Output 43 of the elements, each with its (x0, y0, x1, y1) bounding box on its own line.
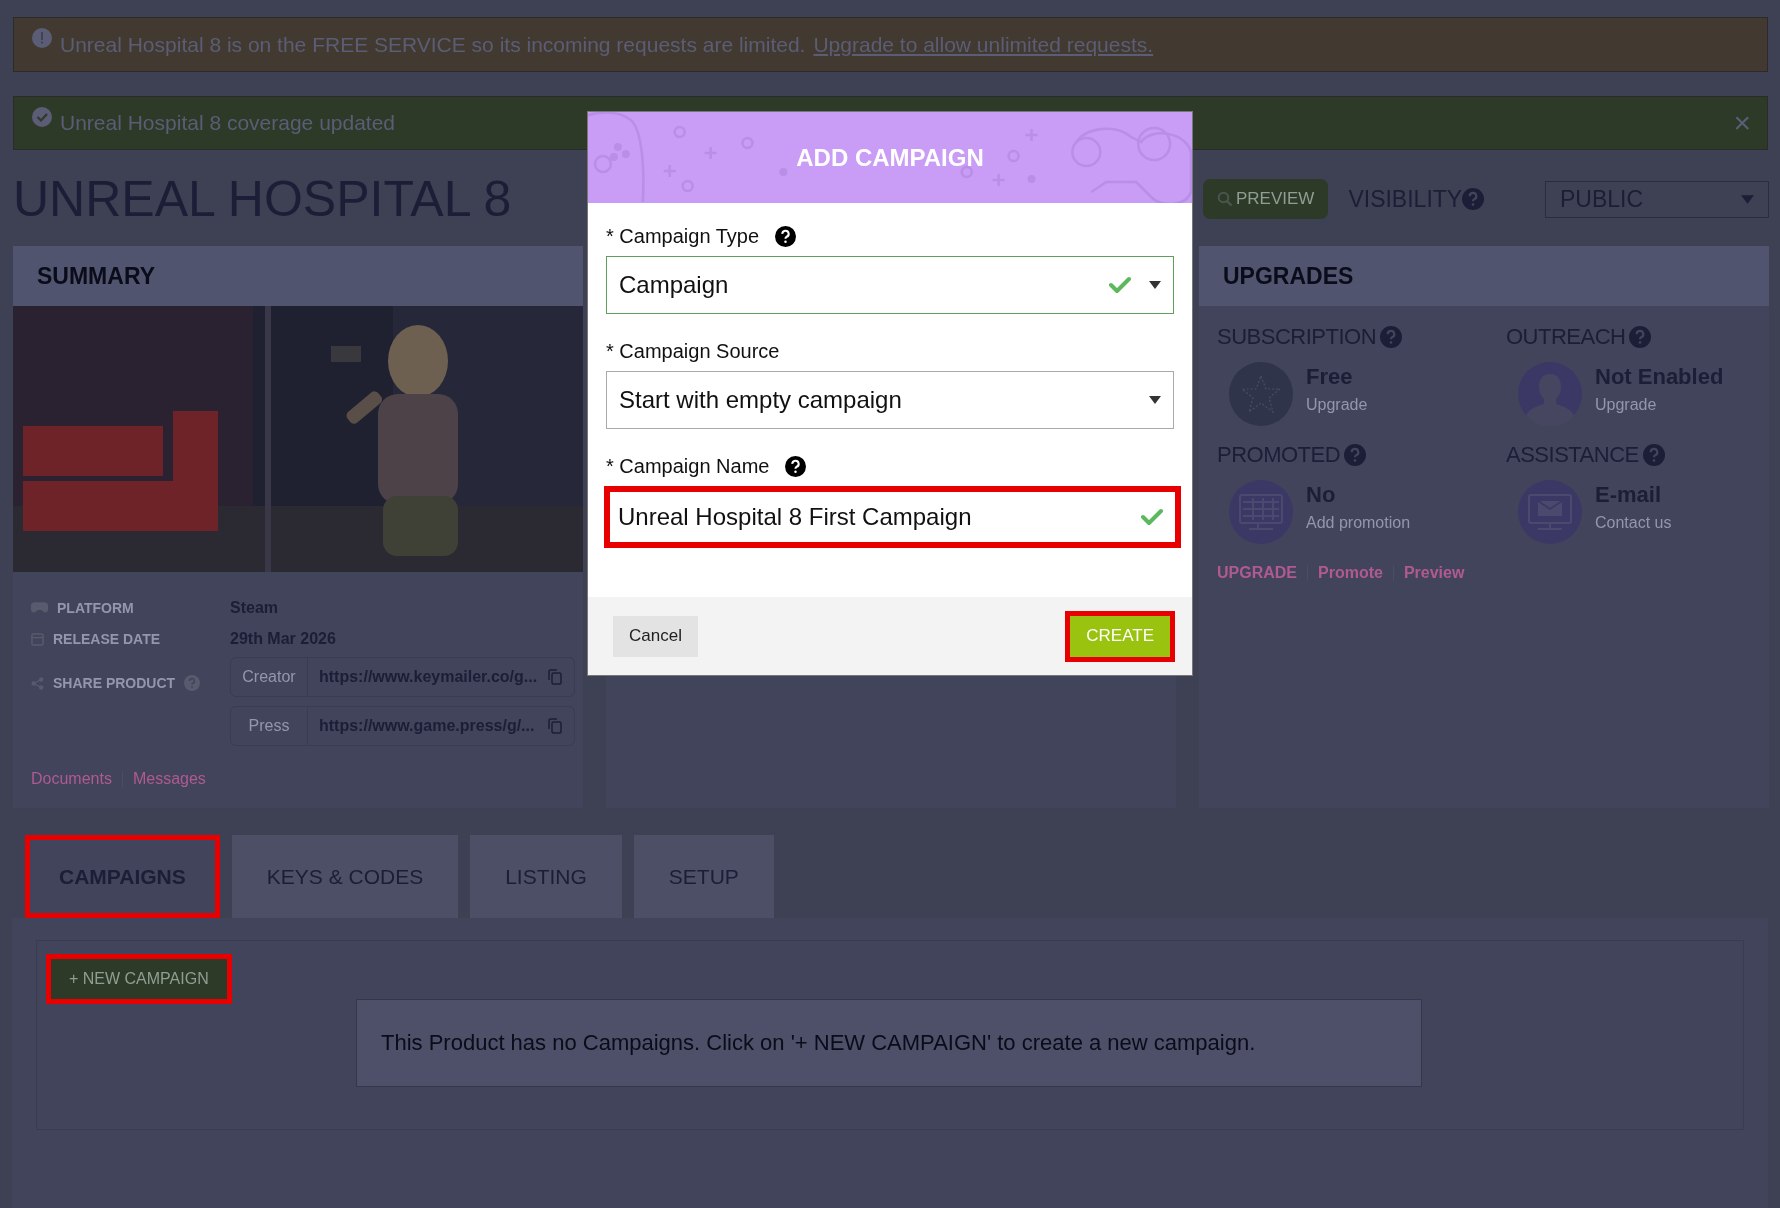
select-field[interactable]: Campaign (606, 256, 1174, 314)
upgrade-action-link[interactable]: Add promotion (1306, 514, 1411, 532)
select-field[interactable]: Start with empty campaign (606, 371, 1174, 429)
upgrade-action-link[interactable]: Upgrade (1306, 396, 1368, 414)
field-label: * Campaign Type (606, 225, 760, 248)
banner-text: Unreal Hospital 8 is on the FREE SERVICE so its incoming requests are limited. (60, 32, 806, 57)
check-circle-icon (32, 107, 52, 127)
caret-icon (1149, 281, 1161, 289)
check-icon (1109, 276, 1131, 294)
preview-button[interactable]: PREVIEW (1203, 179, 1329, 219)
dialog-title: ADD CAMPAIGN (796, 143, 984, 172)
help-icon (1344, 444, 1367, 466)
help-icon (1629, 326, 1652, 348)
detail-label: PLATFORM (57, 599, 134, 616)
help-icon (1380, 326, 1403, 348)
panel-link[interactable]: Messages (132, 770, 206, 788)
field-label: * Campaign Name (606, 455, 770, 478)
search-icon (1217, 191, 1233, 207)
banner-text: Unreal Hospital 8 coverage updated (60, 111, 396, 135)
panel-link[interactable]: Preview (1403, 564, 1465, 582)
check-icon (1141, 508, 1163, 526)
caret-icon (1149, 396, 1161, 404)
panel-link[interactable]: Documents (31, 770, 112, 788)
alert-icon (32, 28, 52, 48)
upgrade-action-link[interactable]: Contact us (1595, 514, 1672, 532)
field-label: * Campaign Source (606, 340, 780, 363)
detail-label: RELEASE DATE (53, 630, 161, 647)
panel-link[interactable]: UPGRADE (1217, 564, 1297, 582)
panel-link[interactable]: Promote (1318, 564, 1383, 582)
cancel-button[interactable]: Cancel (613, 615, 698, 657)
detail-label: SHARE PRODUCT (53, 675, 176, 691)
panel-title: UPGRADES (1223, 262, 1354, 290)
copy-icon (548, 718, 562, 734)
input-field[interactable]: Unreal Hospital 8 First Campaign (604, 486, 1181, 548)
close-button[interactable]: × (1733, 108, 1751, 138)
caret-icon (1741, 194, 1754, 204)
upgrade-action-link[interactable]: Upgrade (1595, 396, 1724, 414)
help-icon (1462, 188, 1485, 210)
panel-title: SUMMARY (37, 262, 155, 290)
copy-icon (548, 669, 562, 685)
empty-message: This Product has no Campaigns. Click on '+ NEW CAMPAIGN' to create a new campaign. (356, 999, 1422, 1087)
help-icon (1642, 444, 1665, 466)
upgrade-link[interactable]: Upgrade to allow unlimited requests. (813, 32, 1154, 57)
